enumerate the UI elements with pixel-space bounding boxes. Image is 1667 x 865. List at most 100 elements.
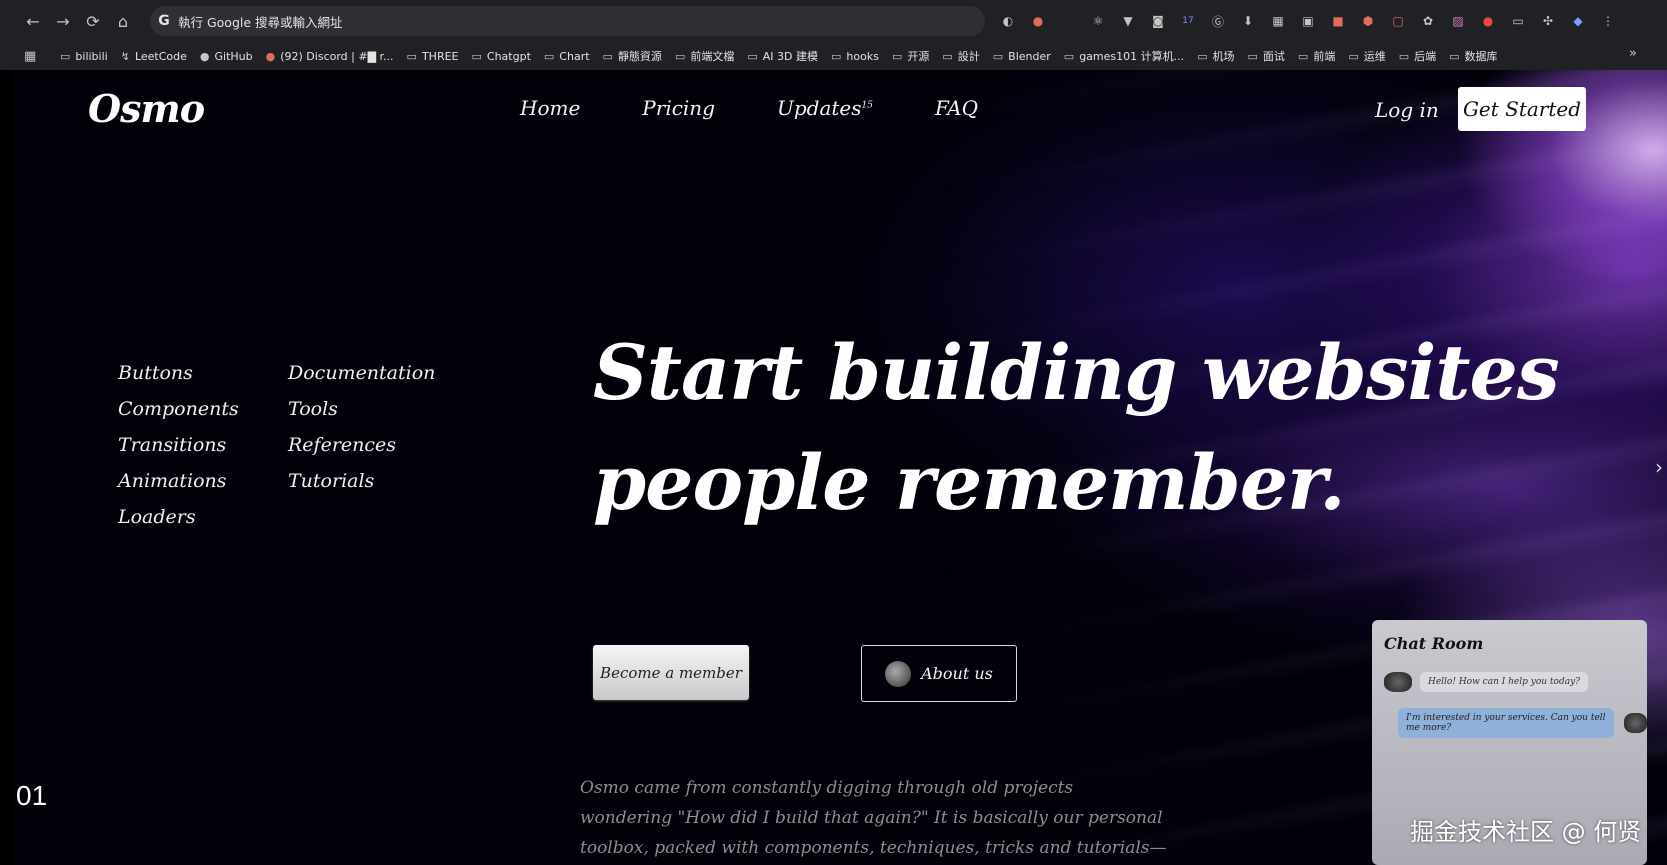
chat-bubble: Hello! How can I help you today? (1420, 672, 1588, 692)
folder-icon: ▭ (1348, 49, 1359, 63)
google-icon: G (158, 13, 170, 29)
off-extension-icon[interactable]: ■ (1325, 8, 1351, 34)
download-extension-icon[interactable]: ⬇ (1235, 8, 1261, 34)
react-devtools-icon[interactable]: ⚛ (1085, 8, 1111, 34)
link-loaders[interactable]: Loaders (118, 506, 288, 528)
folder-icon: ▭ (1449, 49, 1460, 63)
bookmark-blender[interactable]: ▭ Blender (993, 50, 1051, 63)
folder-icon: ▭ (830, 49, 842, 63)
link-components[interactable]: Components (118, 398, 288, 420)
address-bar[interactable]: G 執行 Google 搜尋或輸入網址 (150, 6, 985, 36)
nav-pricing[interactable]: Pricing (642, 96, 715, 120)
bookmark-hooks[interactable]: ▭ hooks (831, 50, 879, 63)
bookmark-interview[interactable]: ▭ 面试 (1248, 48, 1285, 64)
grammarly-icon[interactable]: Ⓖ (1205, 8, 1231, 34)
discord-icon: ● (265, 49, 276, 63)
chat-message-bot: Hello! How can I help you today? (1384, 672, 1588, 692)
hexagon-extension-icon[interactable]: ⬢ (1355, 8, 1381, 34)
window-extension-icon[interactable]: ▭ (1505, 8, 1531, 34)
extension-icon[interactable] (1055, 8, 1081, 34)
red-extension-icon[interactable]: ● (1475, 8, 1501, 34)
slide-number: 01 (16, 780, 48, 811)
bookmark-static-assets[interactable]: ▭ 靜態資源 (603, 48, 662, 64)
chat-message-user: I'm interested in your services. Can you… (1398, 708, 1647, 738)
bookmark-ai-3d[interactable]: ▭ AI 3D 建模 (747, 48, 818, 64)
bookmark-frontend-docs[interactable]: ▭ 前端文檔 (675, 48, 734, 64)
dark-mode-extension-icon[interactable]: ◐ (995, 8, 1021, 34)
chat-bubble: I'm interested in your services. Can you… (1398, 708, 1615, 738)
login-link[interactable]: Log in (1375, 98, 1439, 122)
link-tutorials[interactable]: Tutorials (288, 470, 448, 492)
updates-count-badge: 15 (861, 100, 873, 111)
glasses-extension-icon[interactable]: ◙ (1145, 8, 1171, 34)
bookmark-database[interactable]: ▭ 数据库 (1449, 48, 1497, 64)
puzzle-extension-icon[interactable]: ✣ (1535, 8, 1561, 34)
link-tools[interactable]: Tools (288, 398, 448, 420)
bookmark-open-source[interactable]: ▭ 开源 (892, 48, 929, 64)
bookmark-github[interactable]: ● GitHub (200, 50, 253, 63)
browser-chrome: ← → ⟳ ⌂ G 執行 Google 搜尋或輸入網址 ◐ ● ⚛ ▼ ◙ 17… (0, 0, 1667, 70)
bookmark-bilibili[interactable]: ▭ bilibili (60, 50, 108, 63)
bookmark-three[interactable]: ▭ THREE (407, 50, 459, 63)
folder-icon: ▭ (602, 49, 613, 63)
picture-extension-icon[interactable]: ▨ (1445, 8, 1471, 34)
flower-extension-icon[interactable]: ✿ (1415, 8, 1441, 34)
cat-avatar-icon (1624, 713, 1647, 733)
get-started-button[interactable]: Get Started (1458, 87, 1586, 131)
link-buttons[interactable]: Buttons (118, 362, 288, 384)
apps-grid-icon[interactable]: ▦ (24, 49, 50, 64)
github-icon: ● (199, 49, 210, 63)
bookmark-ops[interactable]: ▭ 运维 (1348, 48, 1385, 64)
nav-updates-label: Updates (777, 96, 862, 120)
nav-updates[interactable]: Updates15 (777, 96, 873, 120)
link-transitions[interactable]: Transitions (118, 434, 288, 456)
folder-icon: ▭ (543, 49, 555, 63)
folder-icon: ▭ (1197, 49, 1208, 63)
link-animations[interactable]: Animations (118, 470, 288, 492)
folder-icon: ▭ (471, 49, 482, 63)
bookmark-chatgpt[interactable]: ▭ Chatgpt (472, 50, 531, 63)
bookmark-design[interactable]: ▭ 設計 (942, 48, 979, 64)
menu-dots-icon[interactable]: ⋮ (1595, 8, 1621, 34)
chevron-right-icon[interactable]: › (1655, 455, 1663, 479)
bookmark-backend[interactable]: ▭ 后端 (1399, 48, 1436, 64)
bookmark-games101[interactable]: ▭ games101 计算机... (1064, 48, 1184, 64)
folder-icon: ▭ (1063, 49, 1075, 63)
adblock-extension-icon[interactable]: ● (1025, 8, 1051, 34)
become-member-button[interactable]: Become a member (593, 645, 749, 700)
folder-icon: ▭ (1247, 49, 1258, 63)
qr-extension-icon[interactable]: ▦ (1265, 8, 1291, 34)
cat-avatar-icon (1384, 672, 1412, 692)
about-us-button[interactable]: About us (861, 645, 1017, 702)
folder-icon: ▭ (942, 49, 953, 63)
folder-icon: ▭ (891, 49, 903, 63)
back-icon[interactable]: ← (18, 6, 48, 36)
extensions-bar: ◐ ● ⚛ ▼ ◙ 17 Ⓖ ⬇ ▦ ▣ ■ ⬢ ▢ ✿ ▨ ● ▭ ✣ ◆ ⋮ (995, 8, 1621, 34)
bookmark-airport[interactable]: ▭ 机场 (1197, 48, 1234, 64)
bookmark-frontend[interactable]: ▭ 前端 (1298, 48, 1335, 64)
folder-icon: ▭ (1398, 49, 1410, 63)
forward-icon[interactable]: → (48, 6, 78, 36)
comment-extension-icon[interactable]: ▢ (1385, 8, 1411, 34)
home-icon[interactable]: ⌂ (108, 6, 138, 36)
cat-avatar-icon (885, 660, 912, 687)
resource-links: Buttons Documentation Components Tools T… (118, 362, 448, 528)
hero-heading: Start building websites people remember. (593, 328, 1560, 527)
nav-home[interactable]: Home (520, 96, 580, 120)
nav-faq[interactable]: FAQ (935, 96, 978, 120)
link-documentation[interactable]: Documentation (288, 362, 448, 384)
chat-title: Chat Room (1384, 634, 1484, 653)
vue-devtools-icon[interactable]: ▼ (1115, 8, 1141, 34)
main-nav: Home Pricing Updates15 FAQ (520, 96, 978, 120)
profile-icon[interactable]: ◆ (1565, 8, 1591, 34)
site-logo[interactable]: Osmo (88, 86, 205, 131)
bookmark-leetcode[interactable]: ↯ LeetCode (121, 50, 187, 63)
bookmark-discord[interactable]: ● (92) Discord | #▇ r... (266, 50, 394, 63)
save-extension-icon[interactable]: ▣ (1295, 8, 1321, 34)
bookmarks-overflow-icon[interactable]: » (1629, 46, 1637, 61)
website-viewport: Osmo Home Pricing Updates15 FAQ Log in G… (13, 70, 1667, 865)
badge-extension-icon[interactable]: 17 (1175, 8, 1201, 34)
bookmark-chart[interactable]: ▭ Chart (544, 50, 590, 63)
link-references[interactable]: References (288, 434, 448, 456)
reload-icon[interactable]: ⟳ (78, 6, 108, 36)
